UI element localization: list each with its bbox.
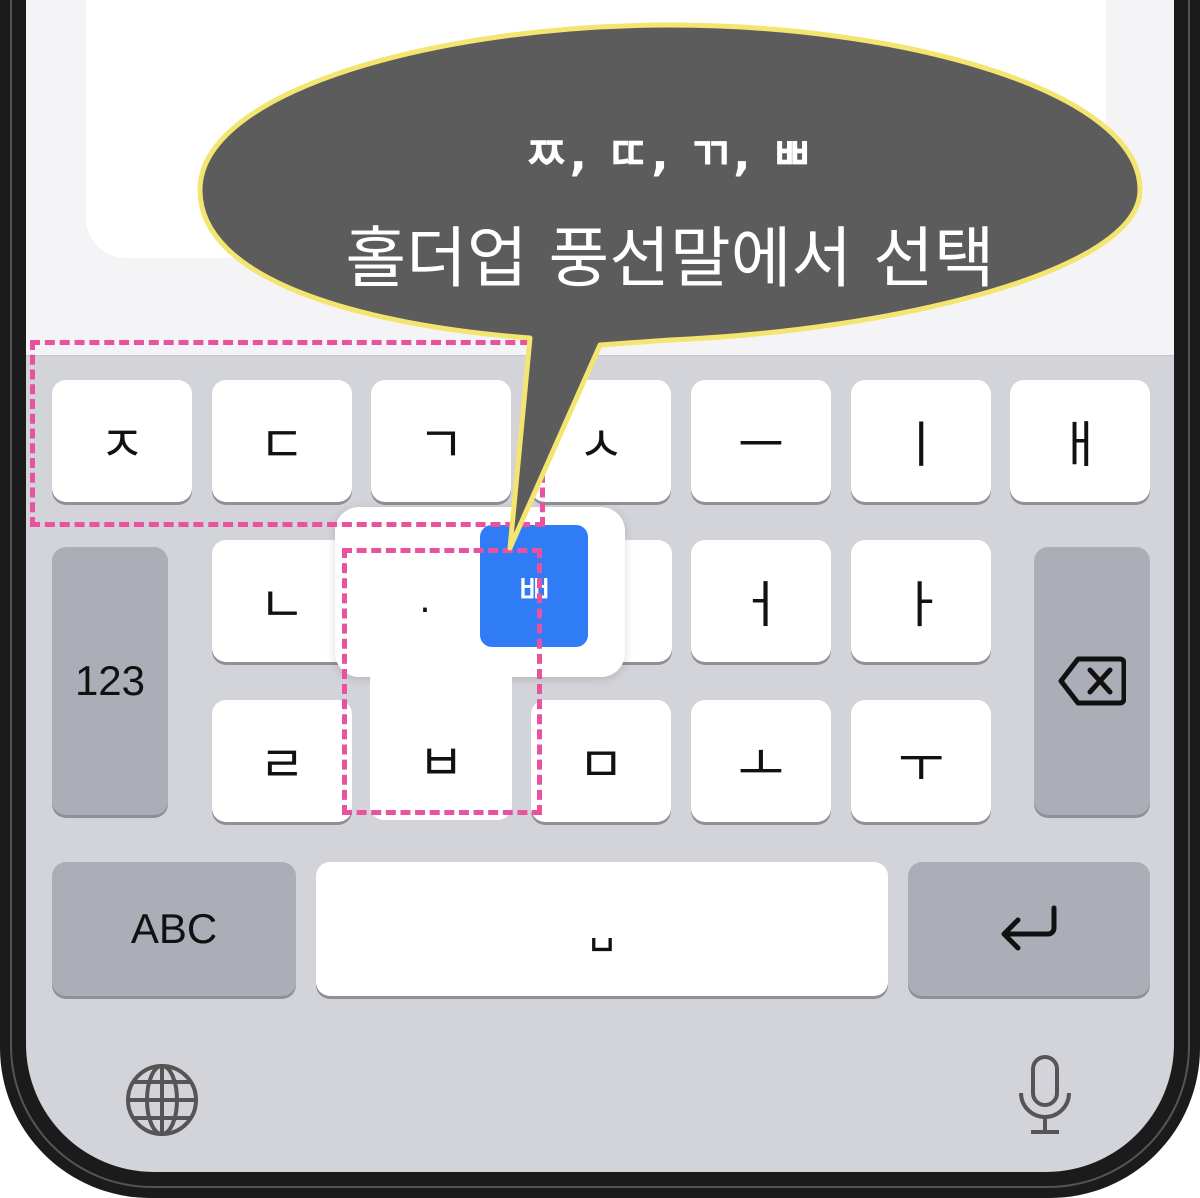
key-siot[interactable]: ㅅ: [531, 380, 671, 502]
microphone-icon[interactable]: [1010, 1050, 1080, 1140]
globe-icon[interactable]: [122, 1060, 202, 1140]
numbers-key-label: 123: [74, 657, 146, 704]
key-ae[interactable]: ㅐ: [1010, 380, 1150, 502]
key-rieul[interactable]: ㄹ: [212, 700, 352, 822]
numbers-key[interactable]: 123: [52, 547, 168, 815]
space-key[interactable]: ␣: [316, 862, 888, 996]
popup-option-ssangbieup[interactable]: ㅃ: [480, 525, 588, 647]
key-u[interactable]: ㅜ: [851, 700, 991, 822]
callout-line2: 홀더업 풍선말에서 선택: [345, 220, 995, 297]
abc-key-label: ABC: [130, 905, 218, 952]
delete-key[interactable]: [1034, 547, 1150, 815]
key-eo[interactable]: ㅓ: [691, 540, 831, 662]
popup-option-dot[interactable]: ·: [380, 580, 470, 640]
delete-backspace-icon: [1058, 655, 1126, 707]
key-o[interactable]: ㅗ: [691, 700, 831, 822]
key-jieut[interactable]: ㅈ: [52, 380, 192, 502]
key-nieun[interactable]: ㄴ: [212, 540, 352, 662]
key-bieup[interactable]: ㅂ: [370, 700, 512, 818]
key-giyeok[interactable]: ㄱ: [371, 380, 511, 502]
space-key-label: ␣: [589, 907, 615, 951]
callout-line1: ㅉ, ㄸ, ㄲ, ㅃ: [525, 127, 815, 181]
return-arrow-icon: [998, 904, 1060, 954]
return-key[interactable]: [908, 862, 1150, 996]
key-eu[interactable]: ㅡ: [691, 380, 831, 502]
keyboard-top-border: [26, 355, 1174, 356]
key-mieum[interactable]: ㅁ: [531, 700, 671, 822]
key-a[interactable]: ㅏ: [851, 540, 991, 662]
key-i[interactable]: ㅣ: [851, 380, 991, 502]
abc-key[interactable]: ABC: [52, 862, 296, 996]
key-digeut[interactable]: ㄷ: [212, 380, 352, 502]
